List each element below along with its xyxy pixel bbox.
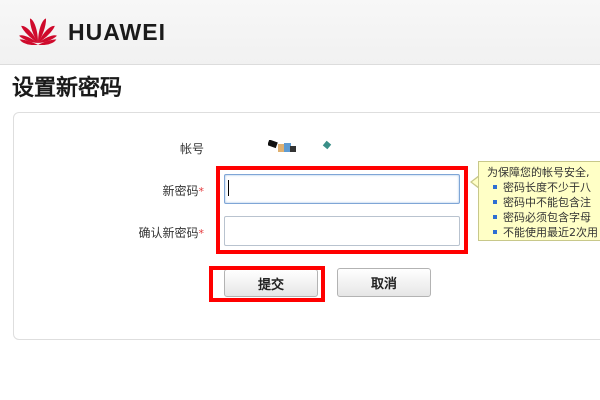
account-value-masked — [268, 140, 332, 152]
page-title: 设置新密码 — [12, 76, 123, 101]
tooltip-rule: 密码必须包含字母 — [493, 210, 600, 225]
required-mark: * — [198, 185, 205, 198]
tooltip-rule: 密码长度不少于八 — [493, 180, 600, 195]
tooltip-title: 为保障您的帐号安全, — [487, 166, 590, 179]
tooltip-rule: 不能使用最近2次用 — [493, 225, 600, 240]
required-mark: * — [198, 227, 205, 240]
confirm-password-label-text: 确认新密码 — [138, 226, 199, 240]
new-password-input[interactable] — [224, 174, 460, 204]
brand-name: HUAWEI — [68, 18, 166, 45]
account-label: 帐号 — [179, 142, 204, 156]
new-password-label-text: 新密码 — [162, 184, 199, 198]
cancel-button[interactable]: 取消 — [337, 268, 431, 297]
text-caret — [228, 180, 229, 196]
confirm-password-input[interactable] — [224, 216, 460, 246]
confirm-password-label: 确认新密码* — [120, 224, 204, 241]
password-rules-tooltip: 为保障您的帐号安全, 密码长度不少于八 密码中不能包含注 密码必须包含字母 不能… — [478, 161, 600, 241]
brand[interactable]: HUAWEI — [16, 14, 166, 50]
tooltip-rules-list: 密码长度不少于八 密码中不能包含注 密码必须包含字母 不能使用最近2次用 — [487, 180, 600, 240]
new-password-label: 新密码* — [140, 182, 204, 199]
header-bar: HUAWEI — [0, 0, 600, 65]
submit-button[interactable]: 提交 — [224, 269, 318, 297]
huawei-logo-icon — [19, 18, 57, 46]
tooltip-rule: 密码中不能包含注 — [493, 195, 600, 210]
